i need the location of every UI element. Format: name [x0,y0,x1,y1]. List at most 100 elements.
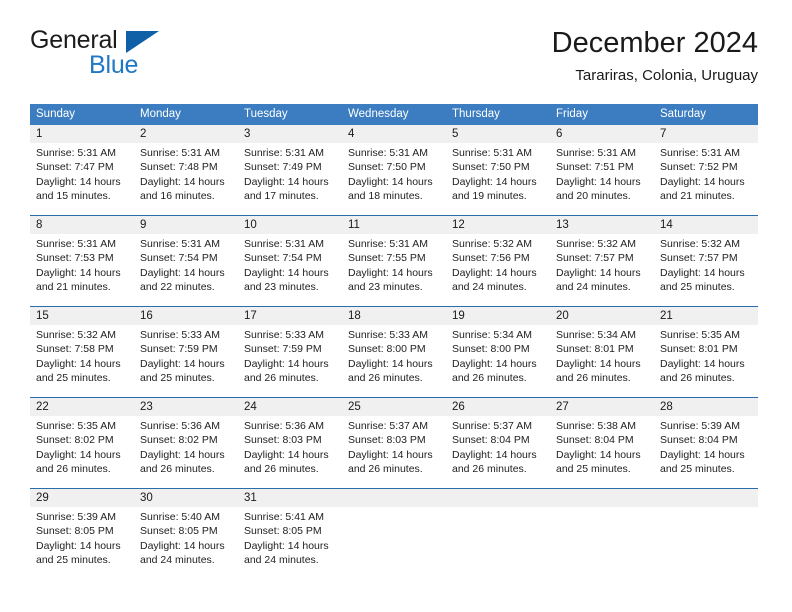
day-cell[interactable]: Sunrise: 5:31 AM Sunset: 7:51 PM Daylight:… [550,143,654,215]
day-daylight-2-text: and 19 minutes. [452,190,527,203]
day-daylight-1-text: Daylight: 14 hours [244,175,329,188]
day-daylight-2-text: and 17 minutes. [244,190,319,203]
day-cell[interactable]: Sunrise: 5:38 AM Sunset: 8:04 PM Daylight:… [550,416,654,488]
day-number[interactable]: 28 [654,398,758,416]
day-cell[interactable]: Sunrise: 5:31 AM Sunset: 7:49 PM Daylight:… [238,143,342,215]
week-day-number-band: 22 23 24 25 26 27 28 [30,398,758,416]
day-number[interactable]: 30 [134,489,238,507]
day-cell[interactable]: Sunrise: 5:31 AM Sunset: 7:50 PM Daylight:… [446,143,550,215]
day-cell[interactable]: Sunrise: 5:36 AM Sunset: 8:03 PM Daylight:… [238,416,342,488]
day-number[interactable]: 23 [134,398,238,416]
weekday-header-wednesday: Wednesday [348,108,409,120]
day-sunrise-text: Sunrise: 5:31 AM [36,238,116,250]
day-sunset-text: Sunset: 8:00 PM [452,343,530,356]
week-detail-band: Sunrise: 5:35 AM Sunset: 8:02 PM Daylight:… [30,416,758,488]
day-number[interactable]: 27 [550,398,654,416]
day-daylight-1-text: Daylight: 14 hours [244,266,329,279]
day-daylight-1-text: Daylight: 14 hours [140,357,225,370]
day-number[interactable]: 3 [238,125,342,143]
day-number[interactable]: 8 [30,216,134,234]
day-cell[interactable]: Sunrise: 5:31 AM Sunset: 7:54 PM Daylight:… [134,234,238,306]
day-cell[interactable]: Sunrise: 5:33 AM Sunset: 7:59 PM Daylight:… [134,325,238,397]
day-cell[interactable]: Sunrise: 5:32 AM Sunset: 7:56 PM Daylight:… [446,234,550,306]
day-sunset-text: Sunset: 7:53 PM [36,252,114,265]
day-number[interactable]: 6 [550,125,654,143]
day-cell[interactable]: Sunrise: 5:35 AM Sunset: 8:02 PM Daylight:… [30,416,134,488]
day-cell[interactable]: Sunrise: 5:34 AM Sunset: 8:01 PM Daylight:… [550,325,654,397]
day-cell[interactable]: Sunrise: 5:32 AM Sunset: 7:58 PM Daylight:… [30,325,134,397]
day-sunset-text: Sunset: 7:48 PM [140,161,218,174]
day-cell[interactable]: Sunrise: 5:32 AM Sunset: 7:57 PM Daylight:… [654,234,758,306]
day-daylight-1-text: Daylight: 14 hours [660,175,745,188]
day-cell[interactable]: Sunrise: 5:39 AM Sunset: 8:05 PM Daylight:… [30,507,134,579]
day-number[interactable]: 11 [342,216,446,234]
day-number[interactable]: 9 [134,216,238,234]
day-cell[interactable]: Sunrise: 5:34 AM Sunset: 8:00 PM Daylight:… [446,325,550,397]
day-number[interactable]: 29 [30,489,134,507]
day-number[interactable]: 31 [238,489,342,507]
day-cell[interactable]: Sunrise: 5:31 AM Sunset: 7:55 PM Daylight:… [342,234,446,306]
day-sunset-text: Sunset: 8:01 PM [556,343,634,356]
day-cell[interactable]: Sunrise: 5:31 AM Sunset: 7:53 PM Daylight:… [30,234,134,306]
day-cell[interactable]: Sunrise: 5:33 AM Sunset: 8:00 PM Daylight:… [342,325,446,397]
day-cell[interactable]: Sunrise: 5:35 AM Sunset: 8:01 PM Daylight:… [654,325,758,397]
weekday-header-thursday: Thursday [452,108,500,120]
day-number[interactable]: 19 [446,307,550,325]
day-daylight-2-text: and 26 minutes. [452,463,527,476]
day-daylight-1-text: Daylight: 14 hours [244,448,329,461]
day-cell[interactable]: Sunrise: 5:31 AM Sunset: 7:47 PM Daylight:… [30,143,134,215]
day-sunset-text: Sunset: 8:04 PM [660,434,738,447]
day-number[interactable]: 10 [238,216,342,234]
day-daylight-2-text: and 16 minutes. [140,190,215,203]
week-day-number-band: 15 16 17 18 19 20 21 [30,307,758,325]
day-sunset-text: Sunset: 8:05 PM [244,525,322,538]
day-number[interactable]: 26 [446,398,550,416]
day-number[interactable]: 21 [654,307,758,325]
day-number[interactable]: 13 [550,216,654,234]
day-number-empty [654,489,758,507]
day-sunset-text: Sunset: 7:54 PM [244,252,322,265]
logo[interactable]: General Blue [30,26,250,86]
day-number[interactable]: 22 [30,398,134,416]
day-sunrise-text: Sunrise: 5:31 AM [244,147,324,159]
day-cell[interactable]: Sunrise: 5:37 AM Sunset: 8:04 PM Daylight:… [446,416,550,488]
day-number[interactable]: 17 [238,307,342,325]
day-cell[interactable]: Sunrise: 5:40 AM Sunset: 8:05 PM Daylight:… [134,507,238,579]
day-number[interactable]: 7 [654,125,758,143]
day-cell[interactable]: Sunrise: 5:41 AM Sunset: 8:05 PM Daylight:… [238,507,342,579]
day-sunrise-text: Sunrise: 5:31 AM [36,147,116,159]
day-number[interactable]: 24 [238,398,342,416]
day-sunrise-text: Sunrise: 5:40 AM [140,511,220,523]
day-number[interactable]: 1 [30,125,134,143]
day-cell[interactable]: Sunrise: 5:36 AM Sunset: 8:02 PM Daylight:… [134,416,238,488]
day-daylight-2-text: and 21 minutes. [36,281,111,294]
day-number[interactable]: 18 [342,307,446,325]
day-sunrise-text: Sunrise: 5:35 AM [660,329,740,341]
day-sunrise-text: Sunrise: 5:31 AM [348,238,428,250]
day-cell[interactable]: Sunrise: 5:31 AM Sunset: 7:50 PM Daylight:… [342,143,446,215]
day-number[interactable]: 15 [30,307,134,325]
day-sunset-text: Sunset: 8:05 PM [140,525,218,538]
day-number[interactable]: 14 [654,216,758,234]
day-number[interactable]: 5 [446,125,550,143]
day-number[interactable]: 25 [342,398,446,416]
day-daylight-1-text: Daylight: 14 hours [556,266,641,279]
day-daylight-1-text: Daylight: 14 hours [556,448,641,461]
day-cell[interactable]: Sunrise: 5:31 AM Sunset: 7:48 PM Daylight:… [134,143,238,215]
week-detail-band: Sunrise: 5:32 AM Sunset: 7:58 PM Daylight:… [30,325,758,397]
day-daylight-2-text: and 25 minutes. [140,372,215,385]
day-number[interactable]: 2 [134,125,238,143]
day-cell[interactable]: Sunrise: 5:37 AM Sunset: 8:03 PM Daylight:… [342,416,446,488]
day-cell[interactable]: Sunrise: 5:33 AM Sunset: 7:59 PM Daylight:… [238,325,342,397]
day-cell[interactable]: Sunrise: 5:31 AM Sunset: 7:52 PM Daylight:… [654,143,758,215]
logo-text-blue: Blue [89,51,139,79]
day-cell[interactable]: Sunrise: 5:39 AM Sunset: 8:04 PM Daylight:… [654,416,758,488]
day-cell[interactable]: Sunrise: 5:32 AM Sunset: 7:57 PM Daylight:… [550,234,654,306]
day-number[interactable]: 20 [550,307,654,325]
day-cell[interactable]: Sunrise: 5:31 AM Sunset: 7:54 PM Daylight:… [238,234,342,306]
day-number[interactable]: 12 [446,216,550,234]
day-number[interactable]: 16 [134,307,238,325]
day-number[interactable]: 4 [342,125,446,143]
day-daylight-1-text: Daylight: 14 hours [452,448,537,461]
day-sunset-text: Sunset: 8:04 PM [452,434,530,447]
